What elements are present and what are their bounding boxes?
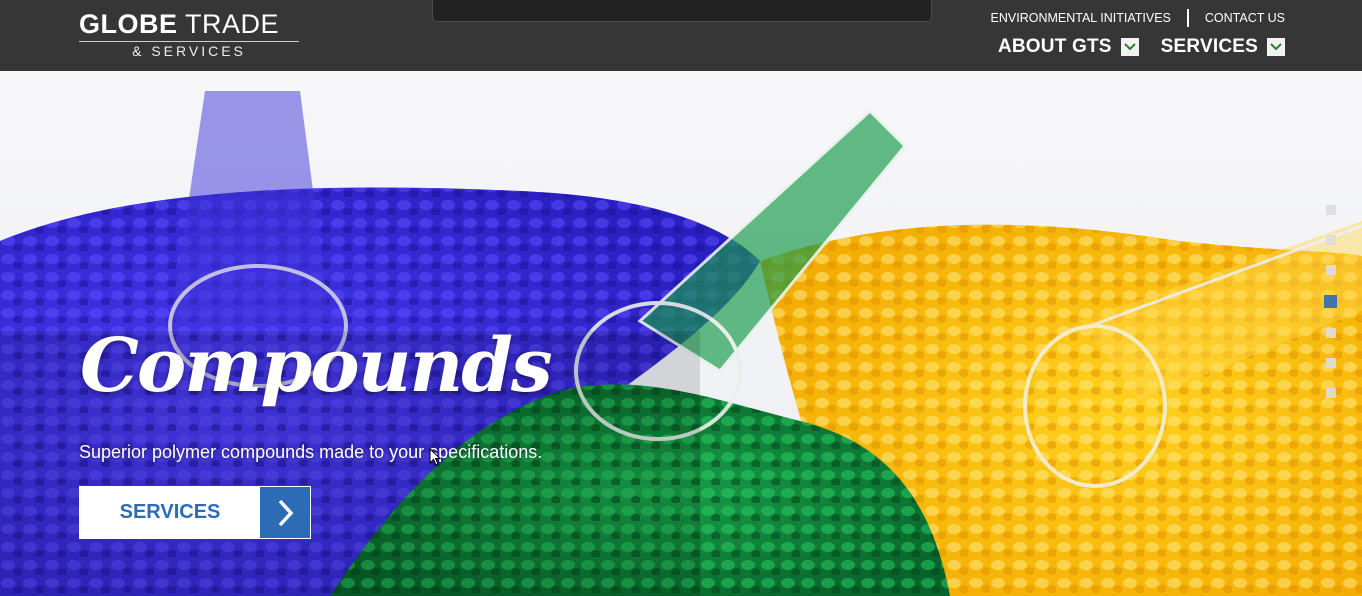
slide-dot-1[interactable] — [1326, 205, 1336, 215]
contact-us-link[interactable]: CONTACT US — [1205, 11, 1285, 25]
hero-title: Compounds — [80, 323, 553, 409]
slide-dot-5[interactable] — [1326, 328, 1336, 338]
slide-dot-6[interactable] — [1326, 358, 1336, 368]
slide-indicators — [1324, 205, 1337, 418]
utility-nav: ENVIRONMENTAL INITIATIVES CONTACT US — [991, 9, 1285, 27]
chevron-down-icon[interactable] — [1120, 38, 1139, 56]
site-header: GLOBE TRADE & SERVICES ENVIRONMENTAL INI… — [0, 0, 1362, 71]
nav-item-about-gts[interactable]: ABOUT GTS — [998, 36, 1139, 58]
services-cta-button[interactable]: SERVICES — [79, 486, 311, 539]
slide-dot-7[interactable] — [1326, 388, 1336, 398]
nav-item-label[interactable]: SERVICES — [1161, 36, 1258, 58]
chevron-down-icon[interactable] — [1267, 38, 1285, 56]
chevron-right-icon[interactable] — [260, 487, 310, 538]
logo-wordmark: GLOBE TRADE — [79, 9, 280, 39]
search-bar[interactable] — [432, 0, 932, 22]
main-nav: ABOUT GTS SERVICES — [976, 36, 1285, 58]
logo-subtitle: & SERVICES — [132, 43, 246, 59]
slide-dot-3[interactable] — [1326, 265, 1336, 275]
slide-dot-4-active[interactable] — [1324, 295, 1337, 308]
slide-dot-2[interactable] — [1326, 235, 1336, 245]
environmental-initiatives-link[interactable]: ENVIRONMENTAL INITIATIVES — [991, 11, 1171, 25]
hero-subtitle: Superior polymer compounds made to your … — [79, 442, 543, 462]
services-cta-label[interactable]: SERVICES — [80, 487, 260, 538]
nav-item-services[interactable]: SERVICES — [1161, 36, 1285, 58]
logo-divider — [79, 41, 299, 42]
utility-nav-divider — [1186, 9, 1189, 27]
logo[interactable]: GLOBE TRADE & SERVICES — [79, 10, 299, 60]
mouse-cursor-icon — [429, 448, 441, 466]
hero-slider: Compounds Superior polymer compounds mad… — [0, 71, 1362, 596]
nav-item-label[interactable]: ABOUT GTS — [998, 36, 1112, 58]
